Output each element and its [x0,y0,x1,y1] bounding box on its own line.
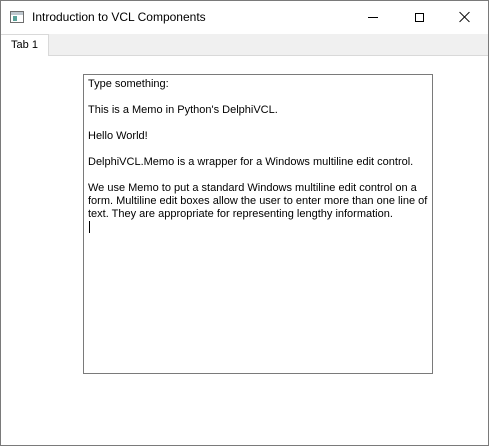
memo-line: Type something: [88,78,169,90]
close-button[interactable] [442,1,488,33]
memo-line [88,91,428,104]
memo-line: text. They are appropriate for represent… [88,208,393,220]
memo-line: We use Memo to put a standard Windows mu… [88,182,417,194]
minimize-button[interactable] [350,1,396,33]
memo-line: form. Multiline edit boxes allow the use… [88,195,428,207]
maximize-button[interactable] [396,1,442,33]
memo-line: This is a Memo in Python's DelphiVCL. [88,104,278,116]
memo-line: Hello World! [88,130,148,142]
app-window: Introduction to VCL Components Tab 1 Typ… [0,0,489,446]
title-bar[interactable]: Introduction to VCL Components [1,1,488,33]
memo-line [88,169,428,182]
app-window-icon [10,11,24,23]
tab-1[interactable]: Tab 1 [1,34,49,56]
memo-line: DelphiVCL.Memo is a wrapper for a Window… [88,156,414,168]
close-icon [459,11,471,23]
tab-strip: Tab 1 [1,34,488,56]
memo-textarea[interactable]: Type something: This is a Memo in Python… [83,74,433,374]
window-title: Introduction to VCL Components [32,10,206,24]
text-caret [89,221,90,233]
minimize-icon [368,16,378,18]
memo-line [88,117,428,130]
memo-line [88,143,428,156]
maximize-icon [414,12,424,22]
